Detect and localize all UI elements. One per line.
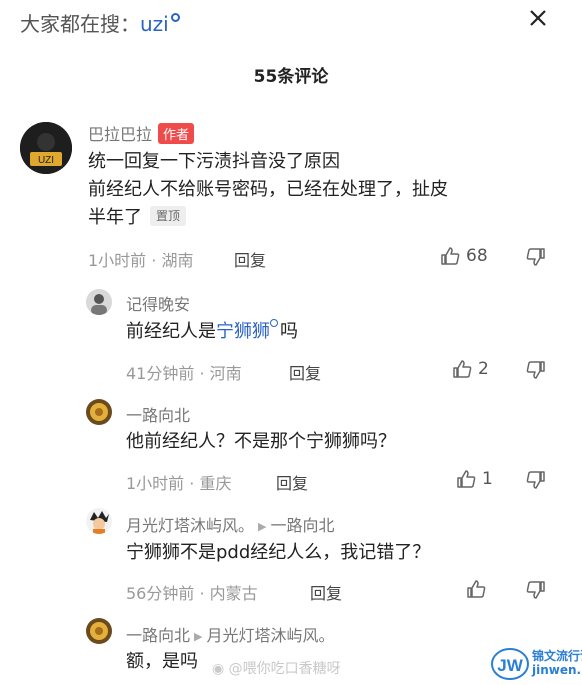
search-icon	[170, 13, 180, 22]
comment-text-after: 吗	[280, 321, 298, 342]
comment-time-location: 56分钟前 · 内蒙古	[126, 584, 258, 603]
comment-username[interactable]: 一路向北 ▶ 月光灯塔沐屿风。	[126, 622, 335, 646]
comment-username[interactable]: 巴拉巴拉 作者	[88, 121, 195, 145]
like-count: 1	[482, 469, 493, 489]
dislike-button[interactable]	[526, 470, 546, 494]
comment-username[interactable]: 一路向北	[126, 402, 190, 426]
thumbs-up-icon	[457, 470, 476, 488]
like-count: 68	[466, 246, 488, 266]
site-name-cn: 锦文流行语	[532, 649, 582, 663]
reply-button[interactable]: 回复	[310, 580, 342, 604]
reply-arrow-icon: ▶	[194, 630, 203, 643]
reply-arrow-icon: ▶	[258, 520, 267, 533]
search-keyword-link[interactable]: 宁狮狮	[216, 321, 270, 342]
avatar-image	[86, 508, 112, 534]
jinwen-logo-icon: JW	[491, 648, 529, 680]
username-text[interactable]: 巴拉巴拉	[88, 125, 152, 144]
thumbs-down-icon	[526, 361, 545, 379]
comment-text-line: 统一回复一下污渍抖音没了原因	[88, 151, 340, 172]
avatar[interactable]: UZI	[20, 122, 72, 174]
avatar[interactable]	[86, 399, 112, 425]
thumbs-up-icon	[467, 580, 486, 598]
close-button[interactable]	[524, 4, 552, 32]
avatar[interactable]	[86, 508, 112, 534]
top-bar: 大家都在搜：uzi	[0, 0, 582, 44]
reply-button[interactable]: 回复	[234, 247, 266, 271]
pinned-badge: 置顶	[150, 206, 187, 226]
reply-button[interactable]: 回复	[289, 360, 321, 384]
avatar[interactable]	[86, 618, 112, 644]
avatar-image	[86, 399, 112, 425]
weibo-watermark-text: @喂你吃口香糖呀	[228, 661, 341, 677]
close-icon	[530, 10, 546, 26]
reply-button[interactable]: 回复	[276, 470, 308, 494]
like-count: 2	[478, 359, 489, 379]
comment-text: 宁狮狮不是pdd经纪人么，我记错了？	[126, 542, 431, 563]
thumbs-up-icon	[441, 247, 460, 265]
username-text[interactable]: 月光灯塔沐屿风。	[126, 516, 254, 535]
author-badge: 作者	[158, 123, 195, 144]
search-icon	[270, 319, 278, 327]
comment-time-location: 1小时前 · 湖南	[88, 251, 194, 270]
thumbs-down-icon	[526, 248, 545, 266]
comment-username[interactable]: 月光灯塔沐屿风。 ▶ 一路向北	[126, 512, 335, 536]
trending-search-prefix: 大家都在搜：	[20, 12, 140, 36]
comment-text: 他前经纪人？不是那个宁狮狮吗？	[126, 431, 396, 452]
comment-username[interactable]: 记得晚安	[126, 291, 190, 315]
like-button[interactable]	[466, 579, 492, 599]
comment-text: 额，是吗	[126, 651, 198, 672]
comment-text: 前经纪人是宁狮狮吗	[126, 318, 298, 346]
weibo-watermark: ◉ @喂你吃口香糖呀	[212, 658, 341, 678]
comment-text-line: 前经纪人不给账号密码，已经在处理了，扯皮	[88, 179, 448, 200]
reply-to-username[interactable]: 一路向北	[270, 516, 334, 535]
like-button[interactable]: 2	[452, 359, 489, 379]
comments-count-title: 55条评论	[253, 67, 329, 87]
dislike-button[interactable]	[526, 247, 546, 271]
avatar-image: UZI	[20, 122, 72, 174]
comment-time-location: 41分钟前 · 河南	[126, 364, 242, 383]
trending-search[interactable]: 大家都在搜：uzi	[20, 8, 180, 37]
trending-search-keyword[interactable]: uzi	[140, 12, 169, 36]
comment-text-line: 半年了 置顶	[88, 204, 187, 232]
dislike-button[interactable]	[526, 360, 546, 384]
like-button[interactable]: 68	[440, 246, 488, 266]
like-button[interactable]: 1	[456, 469, 493, 489]
username-text[interactable]: 一路向北	[126, 626, 190, 645]
thumbs-down-icon	[526, 581, 545, 599]
site-name-en: jinwen.net	[532, 663, 582, 677]
reply-to-username[interactable]: 月光灯塔沐屿风。	[206, 626, 334, 645]
avatar-image	[86, 618, 112, 644]
thumbs-up-icon	[453, 360, 472, 378]
svg-text:JW: JW	[497, 656, 523, 675]
comment-time-location: 1小时前 · 重庆	[126, 474, 232, 493]
comment-text-tail: 半年了	[88, 207, 142, 228]
avatar-image	[86, 289, 112, 315]
thumbs-down-icon	[526, 471, 545, 489]
avatar[interactable]	[86, 289, 112, 315]
dislike-button[interactable]	[526, 580, 546, 604]
svg-text:UZI: UZI	[38, 155, 54, 166]
comment-text-before: 前经纪人是	[126, 321, 216, 342]
weibo-icon: ◉	[212, 661, 225, 677]
